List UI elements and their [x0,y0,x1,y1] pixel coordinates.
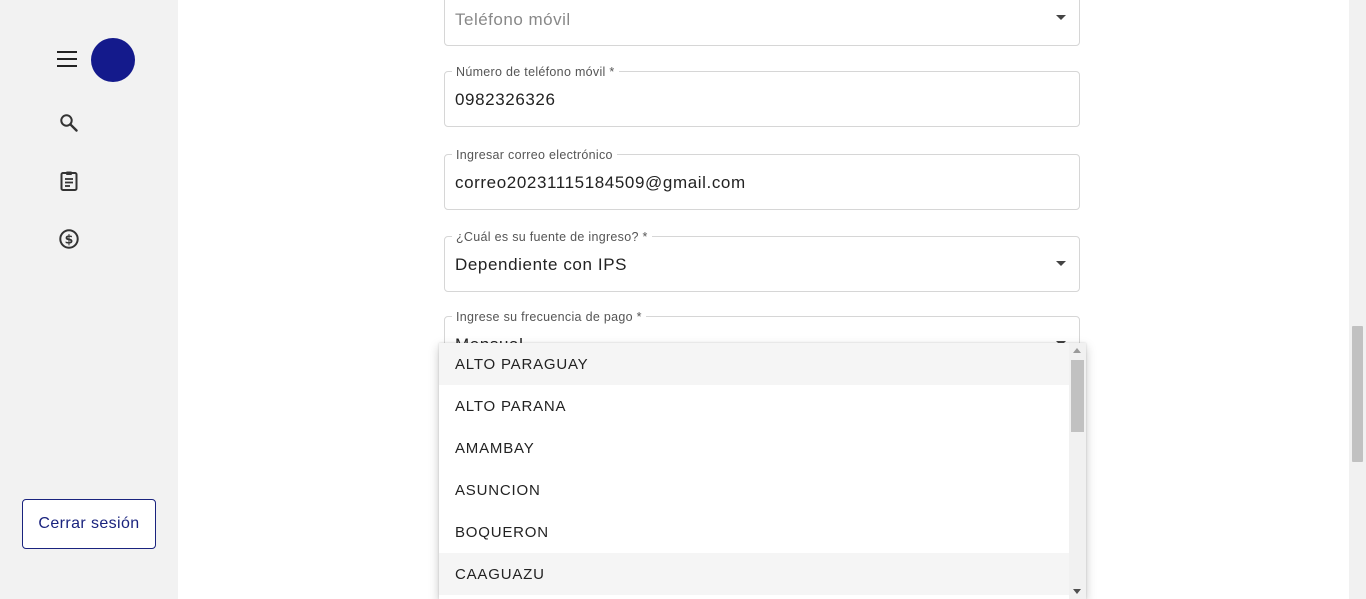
dropdown-option[interactable]: ALTO PARAGUAY [439,343,1069,385]
phone-type-placeholder: Teléfono móvil [455,10,571,29]
scroll-down-arrow-icon[interactable] [1073,589,1081,594]
search-icon[interactable] [57,111,81,135]
income-source-select[interactable]: ¿Cuál es su fuente de ingreso? * Dependi… [444,230,1080,292]
dropdown-option[interactable]: ALTO PARANA [439,385,1069,427]
menu-icon[interactable] [57,51,77,67]
logout-button[interactable]: Cerrar sesión [22,499,156,549]
dropdown-scrollbar[interactable] [1069,343,1086,599]
mobile-number-label: Número de teléfono móvil * [452,65,619,79]
mobile-number-field[interactable]: Número de teléfono móvil * 0982326326 [444,65,1080,127]
clipboard-icon[interactable] [57,169,81,193]
dropdown-option[interactable]: BOQUERON [439,511,1069,553]
email-field[interactable]: Ingresar correo electrónico correo202311… [444,148,1080,210]
page-scrollbar-thumb[interactable] [1352,326,1363,462]
svg-text:$: $ [65,232,74,247]
phone-type-select[interactable]: Teléfono móvil [444,0,1080,46]
sidebar: $ Cerrar sesión [0,0,178,599]
avatar[interactable] [91,38,135,82]
dropdown-option[interactable]: ASUNCION [439,469,1069,511]
scroll-up-arrow-icon[interactable] [1073,348,1081,353]
department-dropdown-list: ALTO PARAGUAY ALTO PARANA AMAMBAY ASUNCI… [439,343,1086,599]
chevron-down-icon [1056,261,1066,266]
chevron-down-icon [1056,15,1066,20]
page-scrollbar[interactable] [1349,0,1366,599]
dollar-icon[interactable]: $ [57,227,81,251]
dropdown-scrollbar-thumb[interactable] [1071,360,1084,432]
dropdown-option[interactable]: AMAMBAY [439,427,1069,469]
email-label: Ingresar correo electrónico [452,148,617,162]
email-value: correo20231115184509@gmail.com [455,173,746,192]
pay-frequency-label: Ingrese su frecuencia de pago * [452,310,646,324]
mobile-number-value: 0982326326 [455,90,556,109]
income-source-value: Dependiente con IPS [455,255,628,274]
income-source-label: ¿Cuál es su fuente de ingreso? * [452,230,652,244]
dropdown-option[interactable]: CAAGUAZU [439,553,1069,595]
